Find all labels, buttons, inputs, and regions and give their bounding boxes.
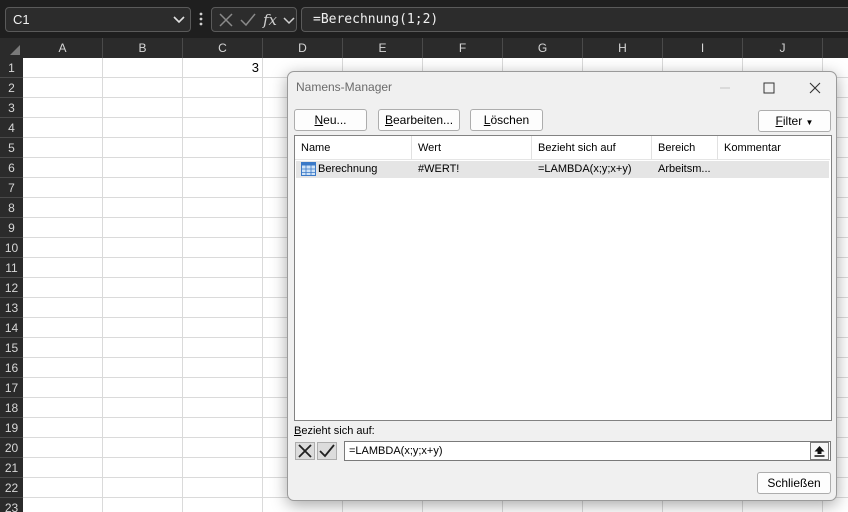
row-header[interactable]: 15 [0, 338, 23, 358]
row-header[interactable]: 13 [0, 298, 23, 318]
row-header[interactable]: 16 [0, 358, 23, 378]
row-header[interactable]: 12 [0, 278, 23, 298]
more-vertical-icon[interactable] [196, 10, 206, 28]
new-button[interactable]: Neu... [294, 109, 367, 131]
close-icon[interactable] [798, 76, 832, 100]
edit-button[interactable]: Bearbeiten... [378, 109, 460, 131]
formula-input[interactable]: =Berechnung(1;2) [301, 7, 848, 32]
row-header[interactable]: 5 [0, 138, 23, 158]
collapse-dialog-button[interactable] [810, 442, 829, 460]
list-header-value[interactable]: Wert [412, 136, 532, 160]
collapse-arrow-icon [814, 446, 825, 457]
check-icon [319, 444, 335, 458]
formula-bar: C1 fx =Berechnung(1;2) [0, 0, 848, 38]
row-name: Berechnung [318, 163, 378, 175]
row-header[interactable]: 2 [0, 78, 23, 98]
cancel-edit-button[interactable] [295, 442, 315, 460]
column-header[interactable]: E [343, 38, 423, 58]
refers-to-input[interactable]: =LAMBDA(x;y;x+y) [344, 441, 831, 461]
formula-text: =Berechnung(1;2) [313, 12, 439, 27]
row-header[interactable]: 23 [0, 498, 23, 512]
column-headers: A B C D E F G H I J [23, 38, 848, 58]
list-header-comment[interactable]: Kommentar [718, 136, 830, 160]
list-header-refers-to[interactable]: Bezieht sich auf [532, 136, 652, 160]
column-header[interactable]: H [583, 38, 663, 58]
row-header[interactable]: 17 [0, 378, 23, 398]
name-box[interactable]: C1 [5, 7, 191, 32]
delete-button[interactable]: Löschen [470, 109, 543, 131]
list-header-name[interactable]: Name [295, 136, 412, 160]
row-header[interactable]: 6 [0, 158, 23, 178]
column-header[interactable]: C [183, 38, 263, 58]
column-header[interactable]: D [263, 38, 343, 58]
row-header[interactable]: 19 [0, 418, 23, 438]
column-header[interactable]: G [503, 38, 583, 58]
row-header[interactable]: 22 [0, 478, 23, 498]
column-header[interactable]: F [423, 38, 503, 58]
row-header[interactable]: 1 [0, 58, 23, 78]
chevron-down-icon[interactable] [171, 11, 187, 27]
row-value: #WERT! [418, 163, 460, 175]
check-icon[interactable] [239, 11, 257, 29]
row-header[interactable]: 9 [0, 218, 23, 238]
name-box-value: C1 [13, 12, 30, 27]
row-header[interactable]: 21 [0, 458, 23, 478]
fx-icon[interactable]: fx [262, 11, 282, 29]
column-header[interactable]: A [23, 38, 103, 58]
row-header[interactable]: 10 [0, 238, 23, 258]
cancel-icon [298, 444, 312, 458]
close-button[interactable]: Schließen [757, 472, 831, 494]
column-header[interactable]: B [103, 38, 183, 58]
row-header[interactable]: 18 [0, 398, 23, 418]
dropdown-arrow-icon: ▼ [805, 118, 814, 127]
list-header-scope[interactable]: Bereich [652, 136, 718, 160]
row-scope: Arbeitsm... [658, 163, 711, 175]
select-all-button[interactable] [0, 38, 23, 58]
row-headers: 1 2 3 4 5 6 7 8 9 10 11 12 13 14 15 16 1… [0, 58, 23, 512]
row-header[interactable]: 7 [0, 178, 23, 198]
refers-to-label: Bezieht sich auf: [294, 425, 375, 437]
row-header[interactable]: 8 [0, 198, 23, 218]
minimize-icon [720, 87, 730, 89]
svg-text:fx: fx [262, 11, 278, 29]
names-list[interactable]: Name Wert Bezieht sich auf Bereich Komme… [294, 135, 832, 421]
row-refers-to: =LAMBDA(x;y;x+y) [538, 163, 632, 175]
chevron-down-icon[interactable] [282, 12, 296, 28]
formula-actions: fx [211, 7, 297, 32]
dialog-title: Namens-Manager [296, 80, 393, 94]
column-header[interactable]: I [663, 38, 743, 58]
column-header[interactable]: J [743, 38, 823, 58]
row-header[interactable]: 11 [0, 258, 23, 278]
row-header[interactable]: 4 [0, 118, 23, 138]
row-header[interactable]: 3 [0, 98, 23, 118]
name-manager-dialog: Namens-Manager Neu... Bearbeiten... Lösc… [287, 71, 837, 501]
refers-to-value: =LAMBDA(x;y;x+y) [349, 445, 443, 457]
cell-c1[interactable]: 3 [183, 58, 263, 78]
filter-button[interactable]: Filter ▼ [758, 110, 831, 132]
maximize-icon[interactable] [752, 76, 786, 100]
row-header[interactable]: 14 [0, 318, 23, 338]
row-comment [718, 161, 830, 178]
cancel-icon[interactable] [217, 11, 235, 29]
confirm-edit-button[interactable] [317, 442, 337, 460]
row-header[interactable]: 20 [0, 438, 23, 458]
